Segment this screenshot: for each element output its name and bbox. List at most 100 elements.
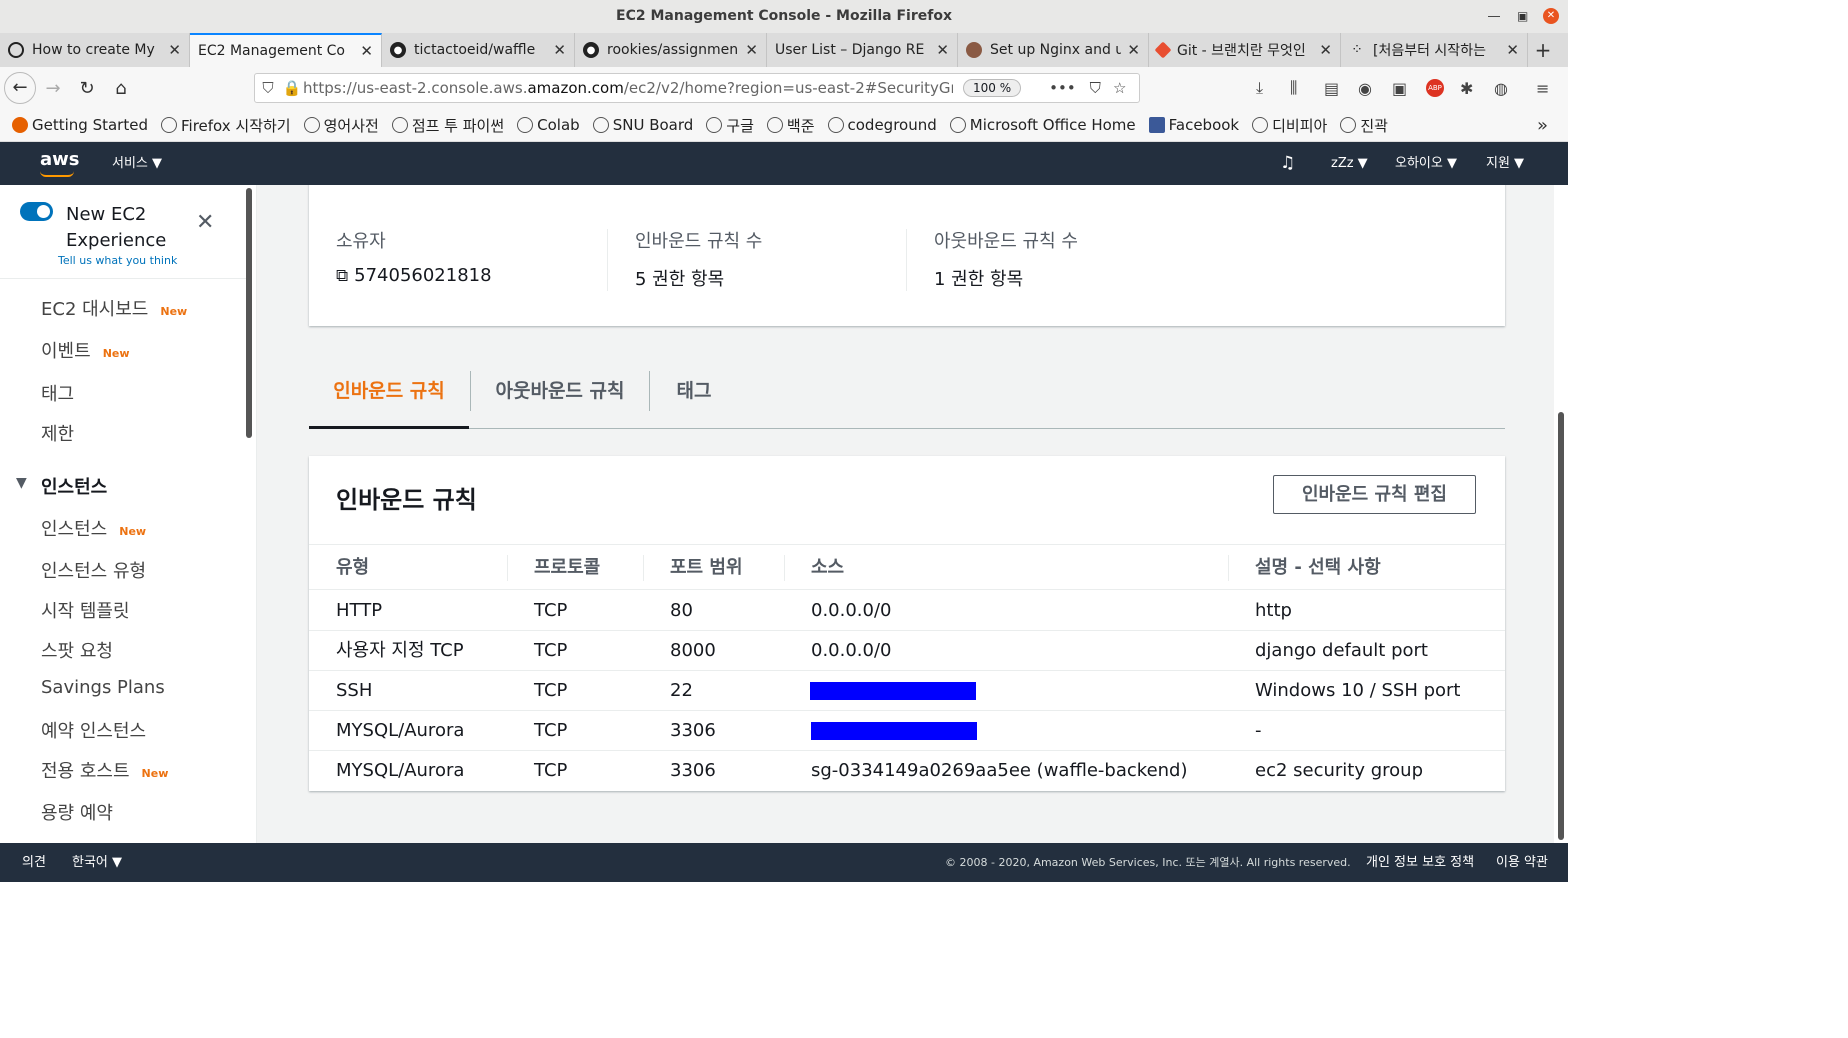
browser-tab[interactable]: Set up Nginx and u ✕: [958, 33, 1149, 67]
extension-icon[interactable]: ◍: [1494, 67, 1508, 109]
edit-inbound-rules-button[interactable]: 인바운드 규칙 편집: [1273, 475, 1476, 514]
language-selector[interactable]: 한국어 ▼: [72, 843, 122, 882]
aws-logo[interactable]: aws: [40, 149, 80, 170]
new-experience-toggle[interactable]: [20, 202, 53, 221]
menu-icon[interactable]: ≡: [1536, 67, 1549, 109]
minimize-icon[interactable]: ―: [1488, 0, 1500, 33]
sidebar-item-savings-plans[interactable]: Savings Plans: [41, 677, 165, 698]
cell-source: 0.0.0.0/0: [811, 640, 892, 661]
extension-icon[interactable]: ✱: [1460, 67, 1473, 109]
tab-outbound-rules[interactable]: 아웃바운드 규칙: [471, 365, 649, 429]
close-tab-icon[interactable]: ✕: [936, 41, 949, 59]
bookmark-item[interactable]: codeground: [827, 116, 937, 134]
main-scrollbar[interactable]: [1558, 412, 1564, 840]
lock-icon[interactable]: 🔒: [281, 79, 303, 97]
bookmark-item[interactable]: 진곽: [1340, 115, 1388, 136]
browser-tab[interactable]: How to create My ✕: [0, 33, 190, 67]
sidebar-item-reserved-instances[interactable]: 예약 인스턴스: [41, 717, 146, 743]
close-tab-icon[interactable]: ✕: [553, 41, 566, 59]
close-icon[interactable]: ✕: [196, 210, 214, 235]
bookmark-item[interactable]: 백준: [766, 115, 815, 136]
adblock-icon[interactable]: ABP: [1426, 67, 1444, 109]
tab-tags[interactable]: 태그: [650, 365, 738, 429]
sidebar-item-instance-types[interactable]: 인스턴스 유형: [41, 557, 146, 583]
browser-tab[interactable]: ⁘ [처음부터 시작하는 ✕: [1341, 33, 1528, 67]
sidebar-item-launch-templates[interactable]: 시작 템플릿: [41, 597, 130, 623]
ec2-sidebar: [0, 185, 257, 843]
bookmark-item[interactable]: Getting Started: [12, 116, 148, 134]
close-tab-icon[interactable]: ✕: [1127, 41, 1140, 59]
url-text[interactable]: https://us-east-2.console.aws.amazon.com…: [303, 79, 953, 97]
column-header-port-range[interactable]: 포트 범위: [670, 545, 743, 591]
home-icon[interactable]: ⌂: [104, 78, 138, 99]
support-menu[interactable]: 지원 ▼: [1486, 142, 1524, 185]
bookmark-item[interactable]: SNU Board: [592, 116, 693, 134]
bookmark-item[interactable]: Firefox 시작하기: [160, 115, 291, 136]
bookmark-item[interactable]: 구글: [706, 115, 754, 136]
close-tab-icon[interactable]: ✕: [168, 41, 181, 59]
extension-icon[interactable]: ▣: [1392, 67, 1407, 109]
sidebar-section-instances[interactable]: 인스턴스: [41, 473, 107, 499]
sidebar-item-dashboard[interactable]: EC2 대시보드 New: [41, 295, 187, 321]
sidebar-scrollbar[interactable]: [246, 188, 252, 438]
close-window-icon[interactable]: ✕: [1543, 8, 1559, 24]
bookmark-item[interactable]: Colab: [517, 116, 580, 134]
chevron-right-icon[interactable]: »: [1537, 115, 1548, 136]
close-tab-icon[interactable]: ✕: [1506, 41, 1519, 59]
bookmark-item[interactable]: 영어사전: [303, 115, 379, 136]
browser-tab[interactable]: ● rookies/assignmen ✕: [575, 33, 767, 67]
zoom-level[interactable]: 100 %: [963, 79, 1022, 97]
new-tab-button[interactable]: +: [1528, 33, 1558, 67]
sidebar-item-events[interactable]: 이벤트 New: [41, 337, 130, 363]
sidebar-item-limits[interactable]: 제한: [41, 420, 74, 446]
column-header-description[interactable]: 설명 - 선택 사항: [1255, 545, 1381, 591]
maximize-icon[interactable]: ▣: [1517, 0, 1528, 33]
tab-inbound-rules[interactable]: 인바운드 규칙: [309, 365, 469, 429]
feedback-link[interactable]: Tell us what you think: [58, 254, 177, 267]
shield-icon[interactable]: ⛉: [255, 79, 281, 97]
sidebar-item-instances[interactable]: 인스턴스 New: [41, 515, 146, 541]
services-menu[interactable]: 서비스 ▼: [112, 142, 162, 185]
sidebar-item-spot-requests[interactable]: 스팟 요청: [41, 637, 113, 663]
sidebar-item-dedicated-hosts[interactable]: 전용 호스트 New: [41, 757, 168, 783]
browser-tab[interactable]: ● tictactoeid/waffle ✕: [382, 33, 575, 67]
bell-icon[interactable]: ♫: [1280, 142, 1295, 185]
browser-tab-active[interactable]: EC2 Management Co ✕: [190, 33, 382, 67]
feedback-button[interactable]: 의견: [22, 843, 46, 882]
library-icon[interactable]: ⫼: [1290, 67, 1297, 109]
globe-icon: [592, 117, 609, 133]
browser-tab[interactable]: Git - 브랜치란 무엇인 ✕: [1149, 33, 1341, 67]
tab-title: How to create My: [32, 42, 155, 58]
sidebar-icon[interactable]: ▤: [1324, 67, 1339, 109]
column-header-type[interactable]: 유형: [336, 545, 369, 591]
column-header-protocol[interactable]: 프로토콜: [534, 545, 600, 591]
cell-type: HTTP: [336, 600, 383, 621]
copy-icon[interactable]: ⧉: [336, 266, 348, 286]
region-menu[interactable]: 오하이오 ▼: [1395, 142, 1457, 185]
close-tab-icon[interactable]: ✕: [745, 41, 758, 59]
terms-link[interactable]: 이용 약관: [1496, 843, 1548, 882]
bookmark-item[interactable]: Microsoft Office Home: [949, 116, 1136, 134]
download-icon[interactable]: ⤓: [1256, 67, 1263, 109]
forward-icon[interactable]: →: [36, 78, 70, 99]
bookmark-item[interactable]: 점프 투 파이썬: [391, 115, 504, 136]
account-icon[interactable]: ◉: [1358, 67, 1372, 109]
sidebar-item-tags[interactable]: 태그: [41, 380, 74, 406]
browser-tab[interactable]: User List – Django RE ✕: [767, 33, 958, 67]
reload-icon[interactable]: ↻: [70, 78, 104, 99]
inbound-rules-title: 인바운드 규칙: [336, 486, 477, 514]
bookmark-item[interactable]: Facebook: [1148, 116, 1239, 134]
sidebar-item-capacity-reservations[interactable]: 용량 예약: [41, 799, 113, 825]
caret-down-icon[interactable]: ▼: [16, 475, 27, 491]
bookmark-item[interactable]: 디비피아: [1252, 115, 1327, 136]
bookmark-star-icon[interactable]: ☆: [1113, 79, 1126, 97]
page-actions-icon[interactable]: •••: [1049, 79, 1076, 97]
column-header-source[interactable]: 소스: [811, 545, 844, 591]
address-bar[interactable]: ⛉ 🔒 https://us-east-2.console.aws.amazon…: [254, 73, 1140, 103]
close-tab-icon[interactable]: ✕: [360, 42, 373, 60]
account-menu[interactable]: zZz ▼: [1331, 142, 1368, 185]
privacy-policy-link[interactable]: 개인 정보 보호 정책: [1366, 843, 1474, 882]
pocket-icon[interactable]: ⛉: [1090, 79, 1101, 97]
close-tab-icon[interactable]: ✕: [1319, 41, 1332, 59]
back-icon[interactable]: ←: [4, 72, 36, 104]
